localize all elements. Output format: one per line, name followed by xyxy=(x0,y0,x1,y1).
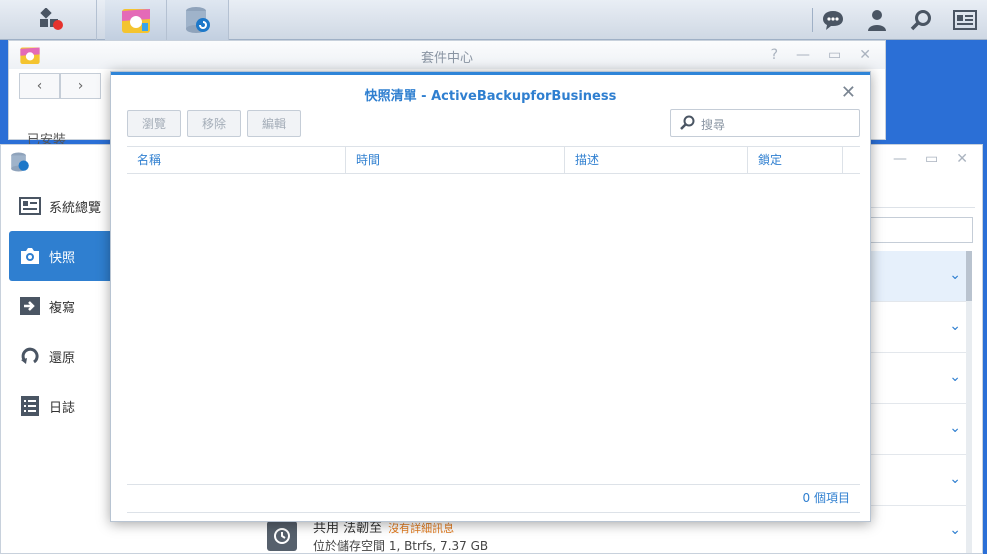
package-center-icon xyxy=(121,9,150,33)
search-icon xyxy=(679,115,695,135)
app-logo xyxy=(9,151,31,177)
search-icon xyxy=(910,10,931,31)
package-center-title: 套件中心 xyxy=(420,51,473,66)
sidebar-item-label: 快照 xyxy=(49,250,76,266)
edit-button[interactable]: 編輯 xyxy=(247,110,301,137)
snapshot-replication-icon xyxy=(11,152,29,172)
chevron-down-icon[interactable]: ⌄ xyxy=(949,522,961,538)
shared-folder-details: 位於儲存空間 1, Btrfs, 7.37 GB xyxy=(313,539,489,553)
widgets-icon xyxy=(953,10,977,30)
remove-button[interactable]: 移除 xyxy=(187,110,241,137)
column-header-time[interactable]: 時間 xyxy=(346,147,565,173)
main-menu-button[interactable] xyxy=(8,0,97,40)
snapshot-replication-icon xyxy=(185,7,210,33)
sidebar-item-overview[interactable]: 系統總覽 xyxy=(9,181,119,231)
widgets-button[interactable] xyxy=(943,0,987,40)
sidebar-item-replication[interactable]: 複寫 xyxy=(9,281,119,331)
chevron-left-icon: ‹ xyxy=(36,78,43,94)
forward-button[interactable]: › xyxy=(60,73,101,99)
divider xyxy=(867,207,975,208)
taskbar xyxy=(0,0,987,40)
user-icon xyxy=(868,10,886,31)
app-sidebar: 系統總覽 快照 複寫 還原 日誌 xyxy=(1,145,119,553)
user-button[interactable] xyxy=(855,0,899,40)
scrollbar-thumb[interactable] xyxy=(966,251,972,301)
close-icon[interactable]: ✕ xyxy=(956,151,968,167)
chevron-down-icon[interactable]: ⌄ xyxy=(949,420,961,436)
package-center-nav: ‹ › xyxy=(19,73,101,99)
column-header-name[interactable]: 名稱 xyxy=(127,147,346,173)
column-header-description[interactable]: 描述 xyxy=(565,147,748,173)
status-text: 沒有詳細訊息 xyxy=(388,522,455,535)
overview-icon xyxy=(19,195,41,217)
snapshot-table-header: 名稱 時間 描述 鎖定 xyxy=(127,146,860,174)
chevron-down-icon[interactable]: ⌄ xyxy=(949,318,961,334)
sidebar-item-label: 複寫 xyxy=(49,300,76,316)
close-icon[interactable]: ✕ xyxy=(859,47,871,63)
package-center-titlebar: 套件中心 ? — ▭ ✕ xyxy=(9,41,885,69)
browse-button[interactable]: 瀏覽 xyxy=(127,110,181,137)
app-search-input[interactable] xyxy=(867,217,973,243)
divider xyxy=(127,484,860,485)
snapshot-replication-taskbar-button[interactable] xyxy=(167,0,229,40)
minimize-icon[interactable]: — xyxy=(893,151,907,167)
sidebar-item-label: 日誌 xyxy=(49,400,76,416)
chat-icon xyxy=(823,11,843,30)
chevron-down-icon[interactable]: ⌄ xyxy=(949,369,961,385)
sidebar-item-log[interactable]: 日誌 xyxy=(9,381,119,431)
sidebar-item-label: 還原 xyxy=(49,350,76,366)
search-button[interactable] xyxy=(899,0,943,40)
help-icon[interactable]: ? xyxy=(771,47,778,63)
maximize-icon[interactable]: ▭ xyxy=(828,47,841,63)
taskbar-right xyxy=(811,0,987,40)
minimize-icon[interactable]: — xyxy=(796,47,810,63)
sidebar-item-label: 系統總覽 xyxy=(49,200,102,216)
log-icon xyxy=(19,395,41,417)
app-window-controls: — ▭ ✕ xyxy=(893,151,968,167)
restore-icon xyxy=(19,345,41,367)
column-header-lock[interactable]: 鎖定 xyxy=(748,147,843,173)
main-menu-icon xyxy=(40,8,63,30)
back-button[interactable]: ‹ xyxy=(19,73,60,99)
search-input[interactable]: 搜尋 xyxy=(670,109,860,137)
replication-icon xyxy=(19,295,41,317)
chat-button[interactable] xyxy=(811,0,855,40)
chevron-down-icon[interactable]: ⌄ xyxy=(949,471,961,487)
snapshot-list-dialog: 快照清單 - ActiveBackupforBusiness ✕ 瀏覽 移除 編… xyxy=(110,71,871,522)
package-center-window-controls: ? — ▭ ✕ xyxy=(771,47,871,63)
sidebar-item-restore[interactable]: 還原 xyxy=(9,331,119,381)
divider xyxy=(127,512,860,513)
history-icon xyxy=(267,521,297,551)
chevron-right-icon: › xyxy=(77,78,84,94)
camera-icon xyxy=(19,245,41,267)
dialog-title: 快照清單 - ActiveBackupforBusiness xyxy=(364,89,617,104)
scrollbar[interactable] xyxy=(966,251,972,553)
maximize-icon[interactable]: ▭ xyxy=(925,151,938,167)
package-center-taskbar-button[interactable] xyxy=(105,0,167,40)
dialog-accent-bar xyxy=(111,72,870,75)
snapshot-table-body xyxy=(127,174,860,484)
sidebar-item-snapshot[interactable]: 快照 xyxy=(9,231,119,281)
item-count: 0 個項目 xyxy=(802,491,850,505)
close-icon[interactable]: ✕ xyxy=(841,82,856,103)
search-placeholder: 搜尋 xyxy=(701,118,726,132)
shared-folder-name-text: 共用 法韌至 xyxy=(313,521,383,536)
chevron-down-icon[interactable]: ⌄ xyxy=(949,267,961,283)
